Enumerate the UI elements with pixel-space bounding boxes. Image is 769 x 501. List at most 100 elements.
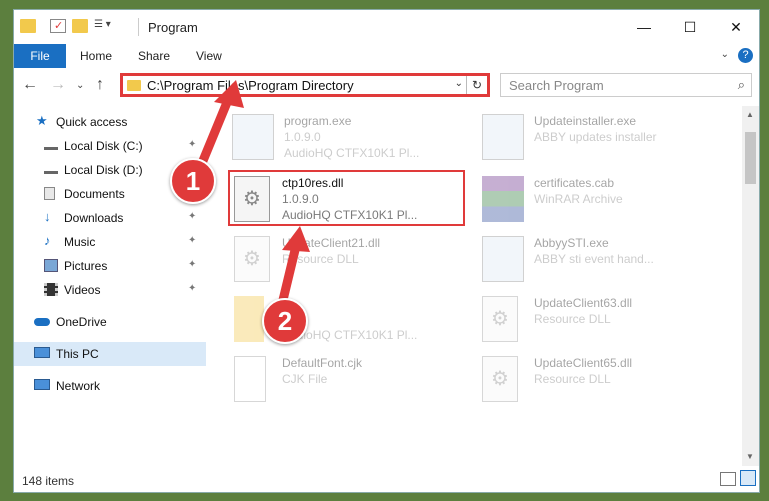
maximize-button[interactable]: ☐ [667, 10, 713, 44]
sidebar-item-network[interactable]: Network [14, 374, 206, 398]
dll-gear-icon: ⚙ [482, 296, 518, 342]
file-description: WinRAR Archive [534, 192, 623, 206]
sidebar-item-label: Videos [64, 283, 101, 297]
step-2-badge: 2 [262, 298, 308, 344]
documents-icon [44, 187, 55, 200]
file-item-updateinstaller-exe[interactable]: Updateinstaller.exe ABBY updates install… [482, 110, 722, 166]
file-name: Updateinstaller.exe [534, 114, 637, 128]
minimize-button[interactable]: — [621, 10, 667, 44]
computer-icon [34, 347, 50, 358]
up-button[interactable]: ↑ [96, 76, 104, 94]
sidebar-item-music[interactable]: ♪ Music ✦ [14, 230, 206, 254]
scroll-thumb[interactable] [745, 132, 756, 184]
address-bar[interactable]: C:\Program Files\Program Directory ⌄ ↻ [120, 73, 490, 97]
file-name: AbbyySTI.exe [534, 236, 609, 250]
title-divider [138, 18, 139, 36]
file-name: certificates.cab [534, 176, 615, 190]
sidebar-item-label: OneDrive [56, 315, 107, 329]
tab-home[interactable]: Home [80, 44, 112, 68]
file-item-program-exe[interactable]: program.exe 1.0.9.0 AudioHQ CTFX10K1 Pl.… [232, 110, 472, 166]
pin-icon[interactable]: ✦ [188, 259, 196, 270]
sidebar-item-this-pc[interactable]: This PC [14, 342, 206, 366]
file-item-updateclient63-dll[interactable]: ⚙ UpdateClient63.dll Resource DLL [482, 292, 722, 348]
pictures-icon [44, 259, 58, 272]
file-name: UpdateClient65.dll [534, 356, 633, 370]
sidebar-item-downloads[interactable]: ↓ Downloads ✦ [14, 206, 206, 230]
pin-icon[interactable]: ✦ [188, 235, 196, 246]
properties-icon[interactable]: ✓ [50, 19, 66, 33]
file-item-defaultfont-cjk[interactable]: DefaultFont.cjk CJK File [234, 352, 474, 408]
status-item-count: 148 items [22, 474, 75, 488]
sidebar-item-label: This PC [56, 347, 99, 361]
file-name: UpdateClient63.dll [534, 296, 633, 310]
explorer-window: ✓ ☰ ▾ Program — ☐ ✕ File Home Share View… [14, 10, 759, 492]
file-name: UpdateClient21.dll [282, 236, 381, 250]
file-item-abbyysti-exe[interactable]: AbbyySTI.exe ABBY sti event hand... [482, 232, 722, 288]
large-icons-view-icon[interactable] [740, 470, 756, 486]
file-name: DefaultFont.cjk [282, 356, 363, 370]
refresh-button[interactable]: ↻ [466, 76, 487, 94]
pin-icon[interactable]: ✦ [188, 283, 196, 294]
details-view-icon[interactable] [720, 472, 736, 486]
exe-icon [232, 114, 274, 160]
ribbon-tabs: File Home Share View ⌄ ? [14, 44, 759, 68]
address-dropdown-icon[interactable]: ⌄ [455, 78, 463, 89]
file-highlight-box [228, 170, 465, 226]
music-icon: ♪ [44, 233, 51, 248]
sidebar-item-label: Pictures [64, 259, 108, 273]
vertical-scrollbar[interactable]: ▲ ▼ [742, 106, 759, 466]
tab-view[interactable]: View [196, 44, 222, 68]
pin-icon[interactable]: ✦ [188, 139, 196, 150]
search-placeholder: Search Program [509, 78, 604, 93]
sidebar-item-label: Documents [64, 187, 125, 201]
file-description: ABBY updates installer [534, 130, 657, 144]
file-item-certificates-cab[interactable]: certificates.cab WinRAR Archive [482, 172, 722, 228]
file-icon [234, 296, 264, 342]
download-icon: ↓ [44, 209, 51, 224]
navigation-bar: ← → ⌄ ↑ C:\Program Files\Program Directo… [14, 68, 759, 104]
exe-icon [482, 236, 524, 282]
drive-icon [44, 163, 58, 174]
recent-locations-button[interactable]: ⌄ [76, 80, 84, 91]
close-button[interactable]: ✕ [713, 10, 759, 44]
file-list: program.exe 1.0.9.0 AudioHQ CTFX10K1 Pl.… [210, 106, 740, 466]
tab-share[interactable]: Share [138, 44, 170, 68]
network-icon [34, 379, 50, 390]
new-folder-icon[interactable] [72, 19, 88, 33]
search-icon[interactable]: ⌕ [738, 77, 745, 93]
sidebar-item-label: Quick access [56, 115, 128, 129]
step-1-badge: 1 [170, 158, 216, 204]
file-item-updateclient65-dll[interactable]: ⚙ UpdateClient65.dll Resource DLL [482, 352, 722, 408]
exe-icon [482, 114, 524, 160]
sidebar-item-label: Music [64, 235, 96, 249]
window-title: Program [148, 20, 198, 35]
sidebar-item-local-disk-c[interactable]: Local Disk (C:) ✦ [14, 134, 206, 158]
file-description: ABBY sti event hand... [534, 252, 654, 266]
scroll-up-icon[interactable]: ▲ [746, 110, 754, 119]
sidebar-item-quick-access[interactable]: ★ Quick access [14, 110, 206, 134]
search-input[interactable]: Search Program ⌕ [500, 73, 752, 97]
tab-file[interactable]: File [14, 44, 66, 68]
help-icon[interactable]: ? [738, 48, 753, 63]
drive-icon [44, 139, 58, 150]
address-path[interactable]: C:\Program Files\Program Directory [147, 78, 354, 93]
star-icon: ★ [36, 113, 48, 128]
forward-button[interactable]: → [50, 76, 66, 94]
file-description: Resource DLL [534, 372, 611, 386]
customize-toolbar-icon[interactable]: ☰ ▾ [94, 19, 120, 33]
folder-icon [127, 80, 141, 91]
back-button[interactable]: ← [22, 76, 38, 94]
sidebar-item-pictures[interactable]: Pictures ✦ [14, 254, 206, 278]
sidebar-item-onedrive[interactable]: OneDrive [14, 310, 206, 334]
title-bar: ✓ ☰ ▾ Program — ☐ ✕ [14, 10, 759, 44]
sidebar-item-label: Network [56, 379, 101, 393]
sidebar-item-videos[interactable]: Videos ✦ [14, 278, 206, 302]
sidebar-item-label: Local Disk (D:) [64, 163, 143, 177]
file-item-updateclient21-dll[interactable]: ⚙ UpdateClient21.dll Resource DLL [234, 232, 474, 288]
ribbon-expand-icon[interactable]: ⌄ [721, 49, 729, 60]
dll-gear-icon: ⚙ [234, 236, 270, 282]
cloud-icon [34, 318, 50, 326]
folder-icon[interactable] [20, 19, 36, 33]
pin-icon[interactable]: ✦ [188, 211, 196, 222]
scroll-down-icon[interactable]: ▼ [746, 452, 754, 461]
